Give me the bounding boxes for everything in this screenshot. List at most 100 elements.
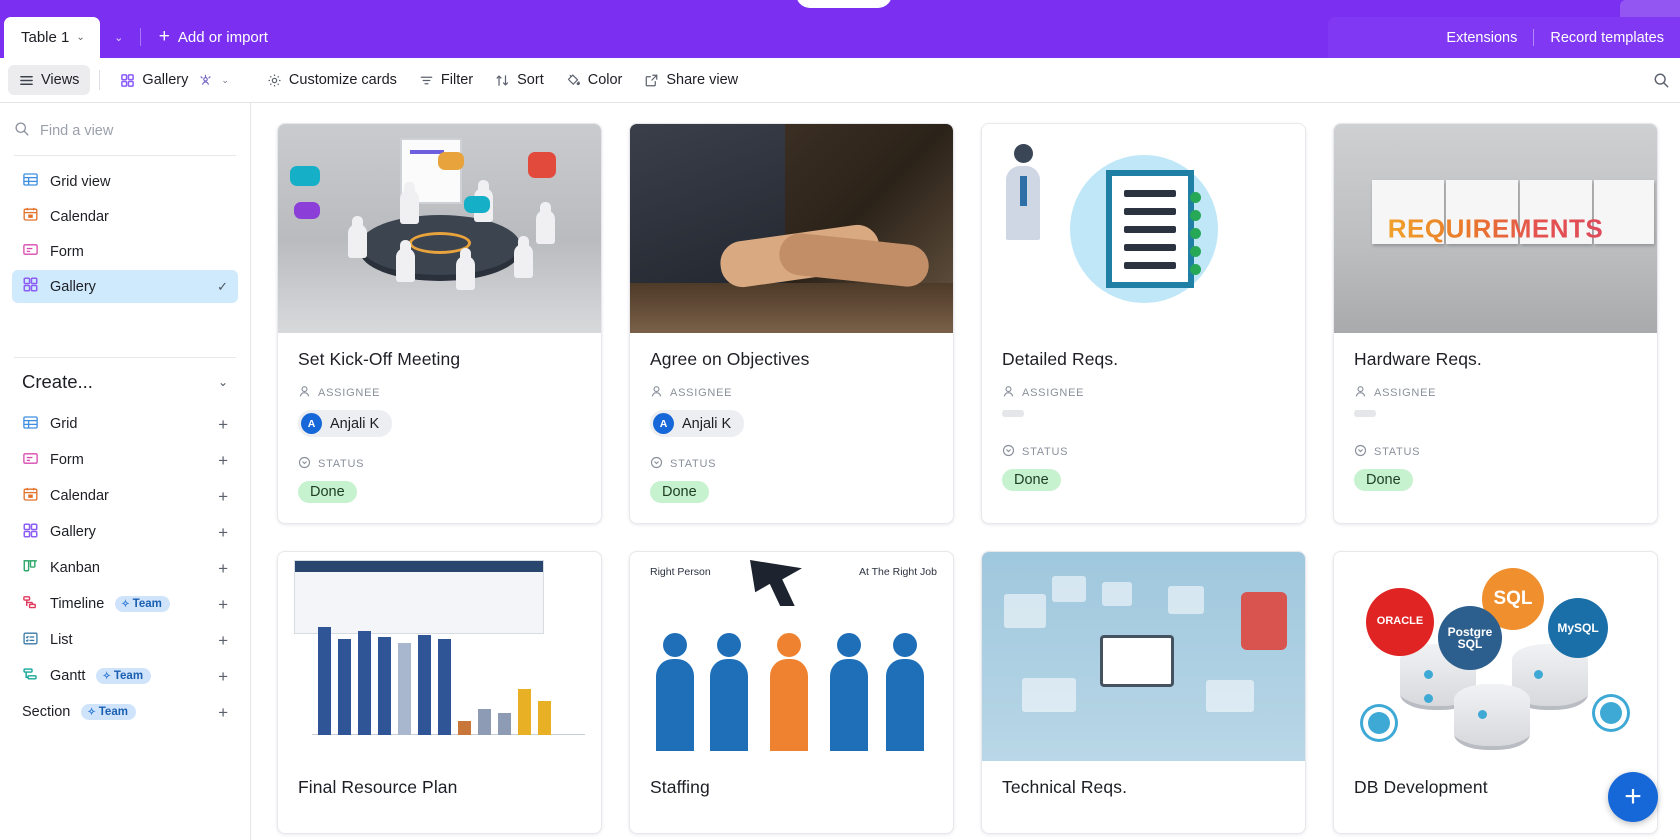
gallery-card[interactable]: Agree on Objectives Assignee [629,123,954,524]
search-input[interactable] [40,122,210,139]
chart-bar [378,637,391,735]
sort-button[interactable]: Sort [484,65,555,95]
chart-bar [318,627,331,735]
record-templates-button[interactable]: Record templates [1534,17,1680,58]
views-button[interactable]: Views [8,65,91,95]
check-dot [1189,209,1201,221]
extensions-button[interactable]: Extensions [1430,17,1533,58]
plus-icon[interactable]: + [218,416,228,433]
people-icon [198,73,213,87]
sparkle-icon: ✧ [102,670,111,682]
person-shape-highlight [770,633,808,751]
share-view-button[interactable]: Share view [633,65,749,95]
gallery-card[interactable]: Final Resource Plan [277,551,602,834]
color-button[interactable]: Color [555,65,634,95]
paint-bucket-icon [566,73,581,88]
gallery-card[interactable]: Set Kick-Off Meeting Assignee [277,123,602,524]
status-dot [1534,670,1543,679]
plus-icon[interactable]: + [218,596,228,613]
card-body: Hardware Reqs. Assignee [1334,333,1657,511]
assignee-chip[interactable]: A Anjali K [650,410,745,437]
customize-cards-button[interactable]: Customize cards [256,65,408,95]
gallery-card[interactable]: Right Person At The Right Job Staffing [629,551,954,834]
check-dot [1189,263,1201,275]
add-record-button[interactable]: + [1608,772,1658,822]
gallery-card[interactable]: Technical Reqs. [981,551,1306,834]
chart-bar [478,709,491,735]
sidebar-item-gallery[interactable]: Gallery ✓ [12,270,238,303]
topbar-right-group: Extensions Record templates [1430,17,1680,58]
card-body: Final Resource Plan [278,761,601,833]
create-item-timeline[interactable]: Timeline ✧ Team + [12,586,238,622]
status-badge: Done [1002,469,1061,491]
tech-box [1004,594,1046,628]
find-a-view-row[interactable] [14,112,236,149]
speech-bubble-shape [528,152,556,178]
assignee-empty-placeholder[interactable] [1002,410,1024,417]
search-icon[interactable] [1646,65,1676,95]
plus-icon[interactable]: + [218,452,228,469]
create-item-form[interactable]: Form + [12,442,238,478]
current-view-button[interactable]: Gallery ⌄ [109,65,239,95]
avatar: A [653,413,674,434]
sidebar-item-form[interactable]: Form [12,235,238,268]
share-view-label: Share view [666,72,739,88]
create-item-gantt[interactable]: Gantt ✧ Team + [12,658,238,694]
create-item-calendar[interactable]: Calendar + [12,478,238,514]
card-thumbnail-database-logos: ORACLE SQL Postgre SQL MySQL [1334,552,1657,761]
status-badge: Done [650,481,709,503]
filter-button[interactable]: Filter [408,65,484,95]
create-item-section[interactable]: Section ✧ Team + [12,694,238,730]
check-dot [1189,191,1201,203]
plus-icon[interactable]: + [218,524,228,541]
status-field-label: Status [1354,444,1637,460]
plus-icon[interactable]: + [218,632,228,649]
gallery-card[interactable]: Detailed Reqs. Assignee [981,123,1306,524]
plus-icon[interactable]: + [218,488,228,505]
team-badge-label: Team [113,670,144,682]
sort-arrows-icon [495,73,510,88]
assignee-name: Anjali K [682,415,732,432]
card-body: Staffing [630,761,953,833]
person-icon [650,385,663,401]
create-item-list[interactable]: List + [12,622,238,658]
add-or-import-button[interactable]: + Add or import [149,17,278,58]
plan-table-shape [294,560,544,634]
gallery-card[interactable]: REQUIREMENTS Hardware Reqs. ASSIGNEE STA… [1333,123,1658,524]
tech-box [1168,586,1204,614]
plus-icon[interactable]: + [218,560,228,577]
extensions-label: Extensions [1446,29,1518,46]
create-item-grid[interactable]: Grid + [12,406,238,442]
card-thumbnail-meeting-illustration [278,124,601,333]
plus-icon[interactable]: + [218,668,228,685]
sidebar-item-label: Form [50,243,84,260]
sidebar-item-calendar[interactable]: Calendar [12,200,238,233]
create-item-kanban[interactable]: Kanban + [12,550,238,586]
tablet-shape [1100,634,1175,687]
assignee-empty-placeholder[interactable] [1354,410,1376,417]
sidebar-item-grid-view[interactable]: Grid view [12,165,238,198]
person-shape [710,633,748,751]
gear-icon [1368,712,1390,734]
record-templates-label: Record templates [1550,29,1664,46]
mysql-logo: MySQL [1548,598,1608,658]
create-item-gallery[interactable]: Gallery + [12,514,238,550]
table-tab-table-1[interactable]: Table 1 ⌄ [4,17,100,58]
tabs-overflow-chevron[interactable]: ⌄ [100,17,138,58]
create-section-header[interactable]: Create... ⌄ [14,358,236,406]
clipboard-shape [1105,169,1201,288]
vertical-scrollbar[interactable] [1674,103,1680,840]
person-shape [886,633,924,751]
speech-bubble-shape [294,202,320,219]
body: Grid view Calendar [0,103,1680,840]
assignee-chip[interactable]: A Anjali K [298,410,393,437]
card-title: Final Resource Plan [298,777,458,797]
tech-box [1206,680,1254,712]
sidebar-item-label: Grid view [50,173,111,190]
card-body: Technical Reqs. [982,761,1305,833]
chart-bar [458,721,471,735]
plus-icon[interactable]: + [218,704,228,721]
assignee-field-label: Assignee [298,385,581,401]
create-item-label: Grid [50,416,78,432]
